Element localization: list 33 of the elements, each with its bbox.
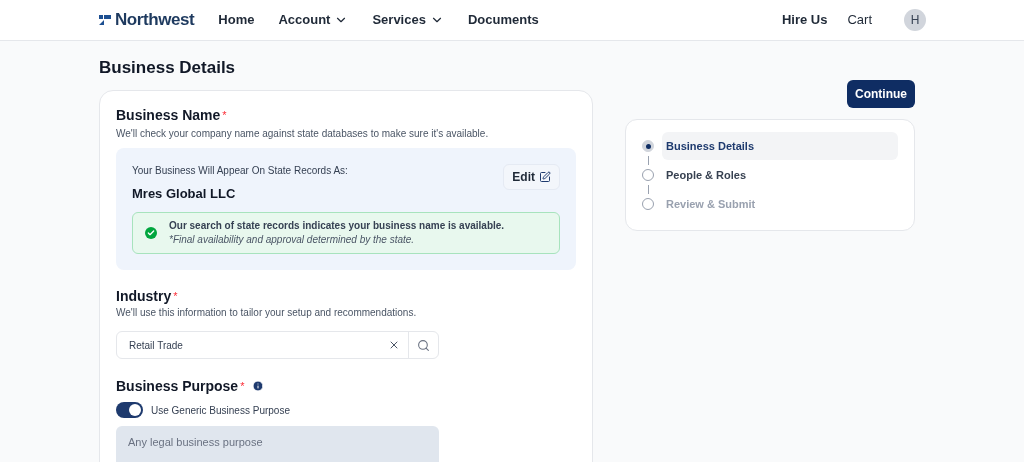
industry-field[interactable]: Retail Trade <box>116 331 439 359</box>
required-mark: * <box>222 108 227 123</box>
section-title: Industry <box>116 287 172 306</box>
nav-link[interactable]: Home <box>218 10 255 30</box>
clear-icon[interactable] <box>388 339 400 351</box>
continue-button[interactable]: Continue <box>847 80 915 108</box>
section-hint: We'll check your company name against state databases to make sure it's available. <box>116 127 490 140</box>
edit-icon <box>539 171 551 183</box>
search-icon[interactable] <box>417 338 430 352</box>
availability-note: *Final availability and approval determined by the state. <box>169 233 416 247</box>
logo-mark-icon <box>99 15 111 25</box>
nav-link[interactable]: Documents <box>467 10 539 30</box>
edit-button[interactable]: Edit <box>503 164 560 190</box>
section-title: Business Purpose <box>116 377 239 396</box>
info-icon[interactable] <box>252 380 265 392</box>
avatar[interactable]: H <box>904 9 926 31</box>
section-title: Business Name <box>116 106 221 125</box>
required-mark: * <box>240 379 245 394</box>
page-title: Business Details <box>99 57 237 79</box>
section-hint: We'll use this information to tailor your setup and recommendations. <box>116 306 418 319</box>
step-item[interactable]: Business Details <box>662 132 898 160</box>
nav-link[interactable]: Hire Us <box>781 10 828 30</box>
check-icon <box>145 227 157 239</box>
business-name: Mres Global LLC <box>132 185 237 202</box>
nav-link[interactable]: Cart <box>847 10 872 30</box>
step-item[interactable]: People & Roles <box>662 161 898 189</box>
toggle-label: Use Generic Business Purpose <box>151 403 290 418</box>
required-mark: * <box>173 289 178 304</box>
nav-link[interactable]: Services <box>372 10 444 30</box>
logo[interactable]: Northwest <box>99 7 195 33</box>
record-label: Your Business Will Appear On State Records As: <box>132 164 348 177</box>
availability-message: Our search of state records indicates your business name is available. <box>169 219 505 233</box>
nav-link[interactable]: Account <box>278 10 349 30</box>
